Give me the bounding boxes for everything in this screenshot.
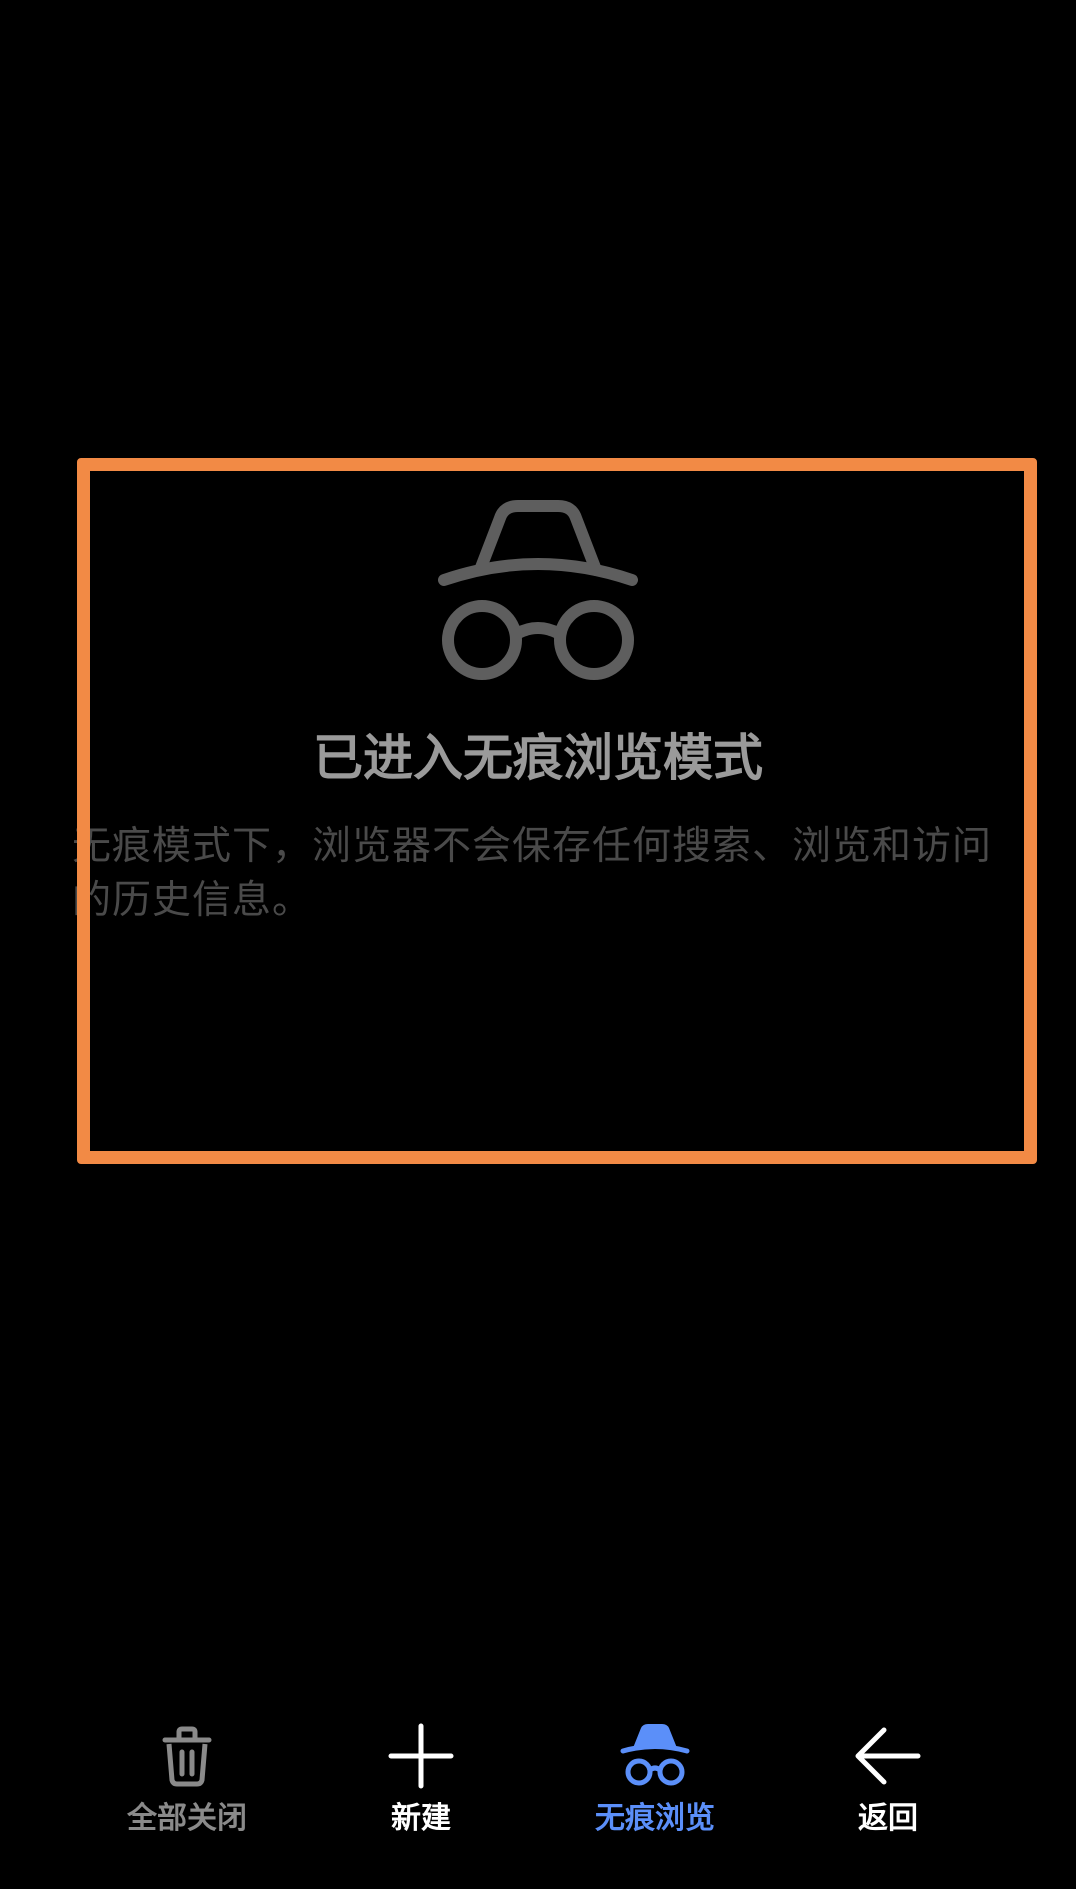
incognito-empty-state: 已进入无痕浏览模式 无痕模式下，浏览器不会保存任何搜索、浏览和访问的历史信息。 — [0, 460, 1076, 1160]
incognito-description: 无痕模式下，浏览器不会保存任何搜索、浏览和访问的历史信息。 — [72, 824, 993, 923]
incognito-button[interactable]: 无痕浏览 — [555, 1720, 755, 1848]
close-all-button[interactable]: 全部关闭 — [87, 1720, 287, 1848]
incognito-title: 已进入无痕浏览模式 — [313, 729, 763, 787]
incognito-label: 无痕浏览 — [595, 1801, 715, 1836]
incognito-icon — [620, 1724, 690, 1786]
new-tab-button[interactable]: 新建 — [321, 1720, 521, 1848]
new-tab-label: 新建 — [391, 1801, 451, 1836]
close-all-label: 全部关闭 — [127, 1801, 247, 1836]
back-label: 返回 — [858, 1801, 918, 1836]
arrow-left-icon — [855, 1727, 921, 1785]
incognito-icon — [438, 500, 638, 680]
back-button[interactable]: 返回 — [788, 1720, 988, 1848]
incognito-tab-screen: 已进入无痕浏览模式 无痕模式下，浏览器不会保存任何搜索、浏览和访问的历史信息。 … — [0, 0, 1076, 1889]
plus-icon — [388, 1723, 454, 1789]
trash-icon — [162, 1726, 212, 1787]
bottom-toolbar: 全部关闭 新建 无痕浏览 返回 — [0, 1700, 1076, 1850]
